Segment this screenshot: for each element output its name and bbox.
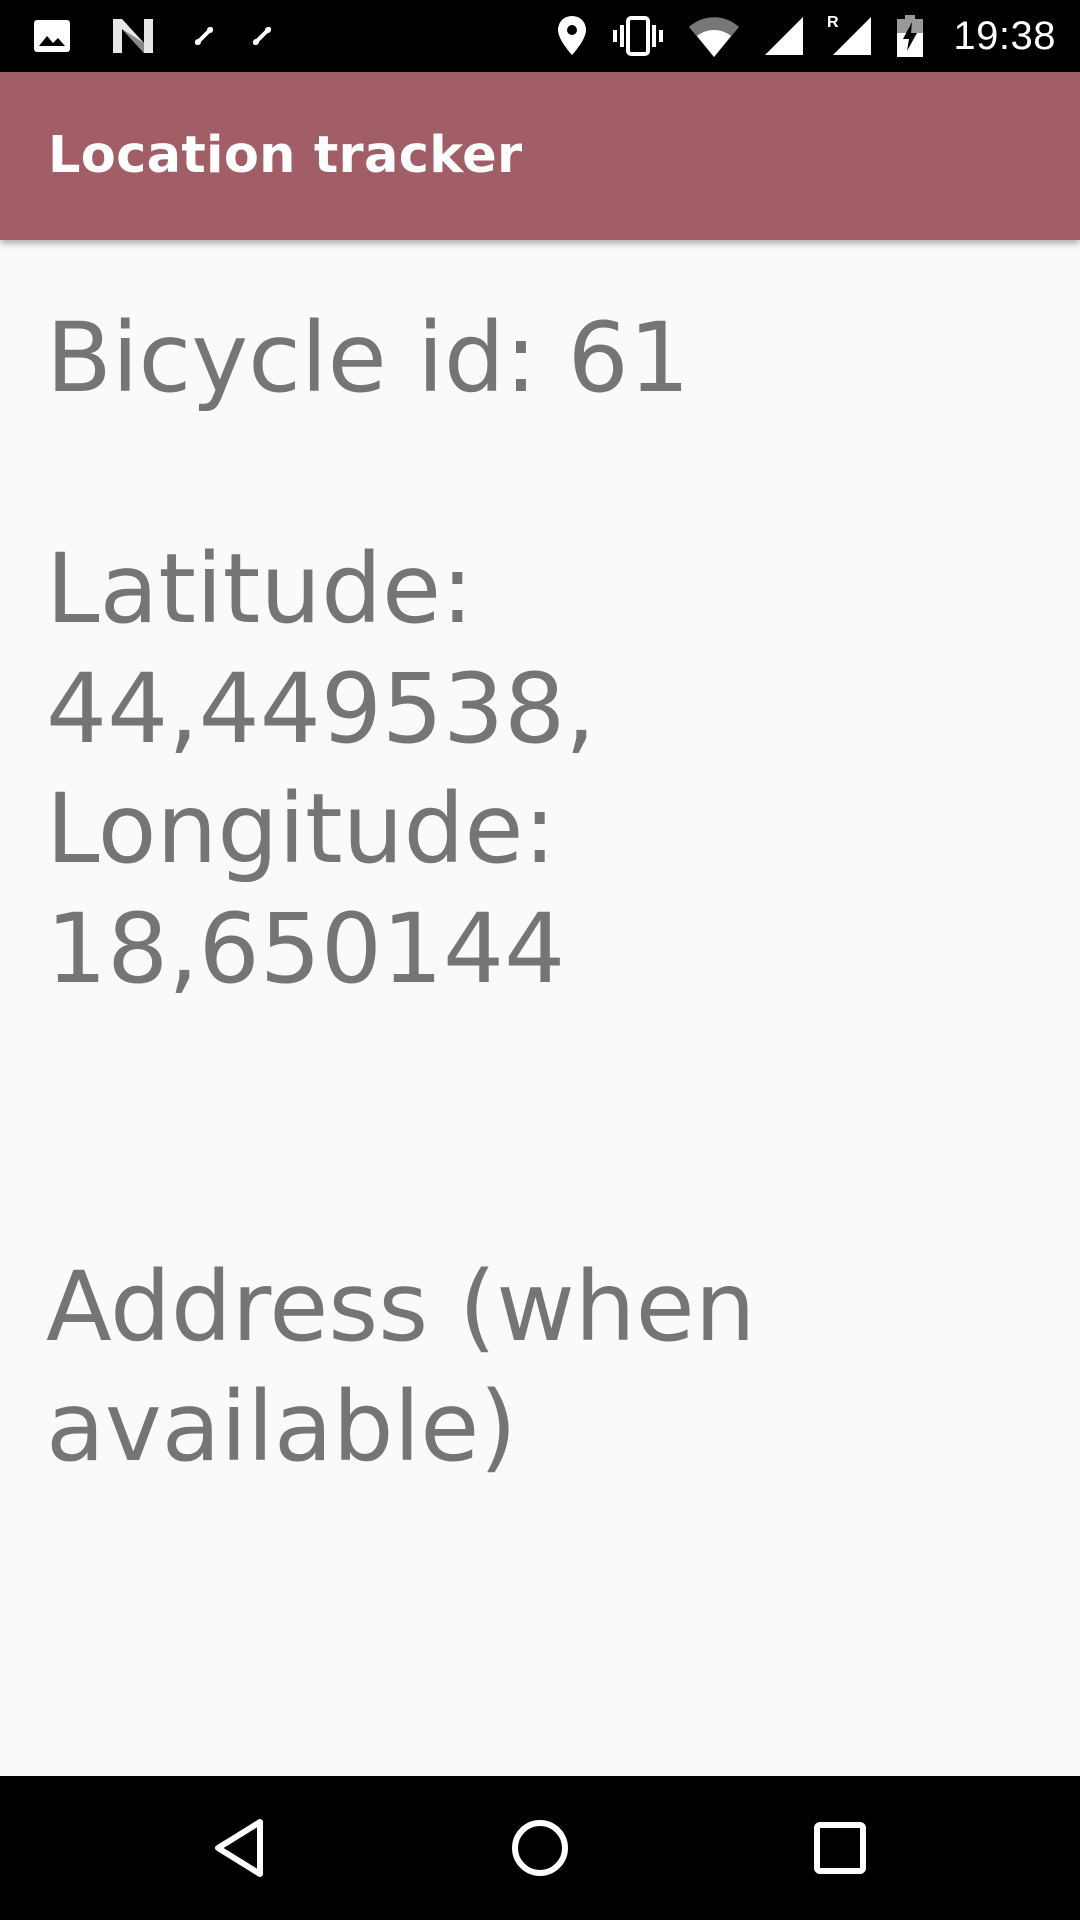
app-title: Location tracker: [48, 126, 523, 185]
recents-icon: [814, 1822, 866, 1874]
status-right-icons: R 19:38: [555, 0, 1056, 72]
roaming-label: R: [827, 14, 839, 31]
home-icon: [512, 1820, 568, 1876]
usb-debug-icon: [252, 13, 272, 59]
coordinates-text: Latitude: 44,449538, Longitude: 18,65014…: [46, 533, 596, 1005]
screen: R 19:38 Location tracker Bicycle id: 61 …: [0, 0, 1080, 1920]
wifi-icon: [687, 13, 741, 59]
recents-button[interactable]: [760, 1776, 920, 1920]
signal-icon: [763, 13, 805, 59]
home-button[interactable]: [460, 1776, 620, 1920]
status-left-icons: [32, 0, 272, 72]
bicycle-id-text: Bicycle id: 61: [46, 302, 690, 414]
back-icon: [215, 1819, 263, 1877]
app-bar: Location tracker: [0, 72, 1080, 240]
n-logo-icon: [110, 13, 156, 59]
usb-debug-icon: [194, 13, 214, 59]
back-button[interactable]: [160, 1776, 320, 1920]
battery-charging-icon: [895, 13, 925, 59]
image-icon: [32, 13, 72, 59]
location-pin-icon: [555, 13, 589, 59]
status-bar: R 19:38: [0, 0, 1080, 72]
roaming-signal-icon: R: [827, 13, 873, 59]
address-text: Address (when available): [46, 1251, 756, 1483]
navigation-bar: [0, 1776, 1080, 1920]
status-clock: 19:38: [953, 13, 1056, 58]
vibrate-icon: [611, 13, 665, 59]
